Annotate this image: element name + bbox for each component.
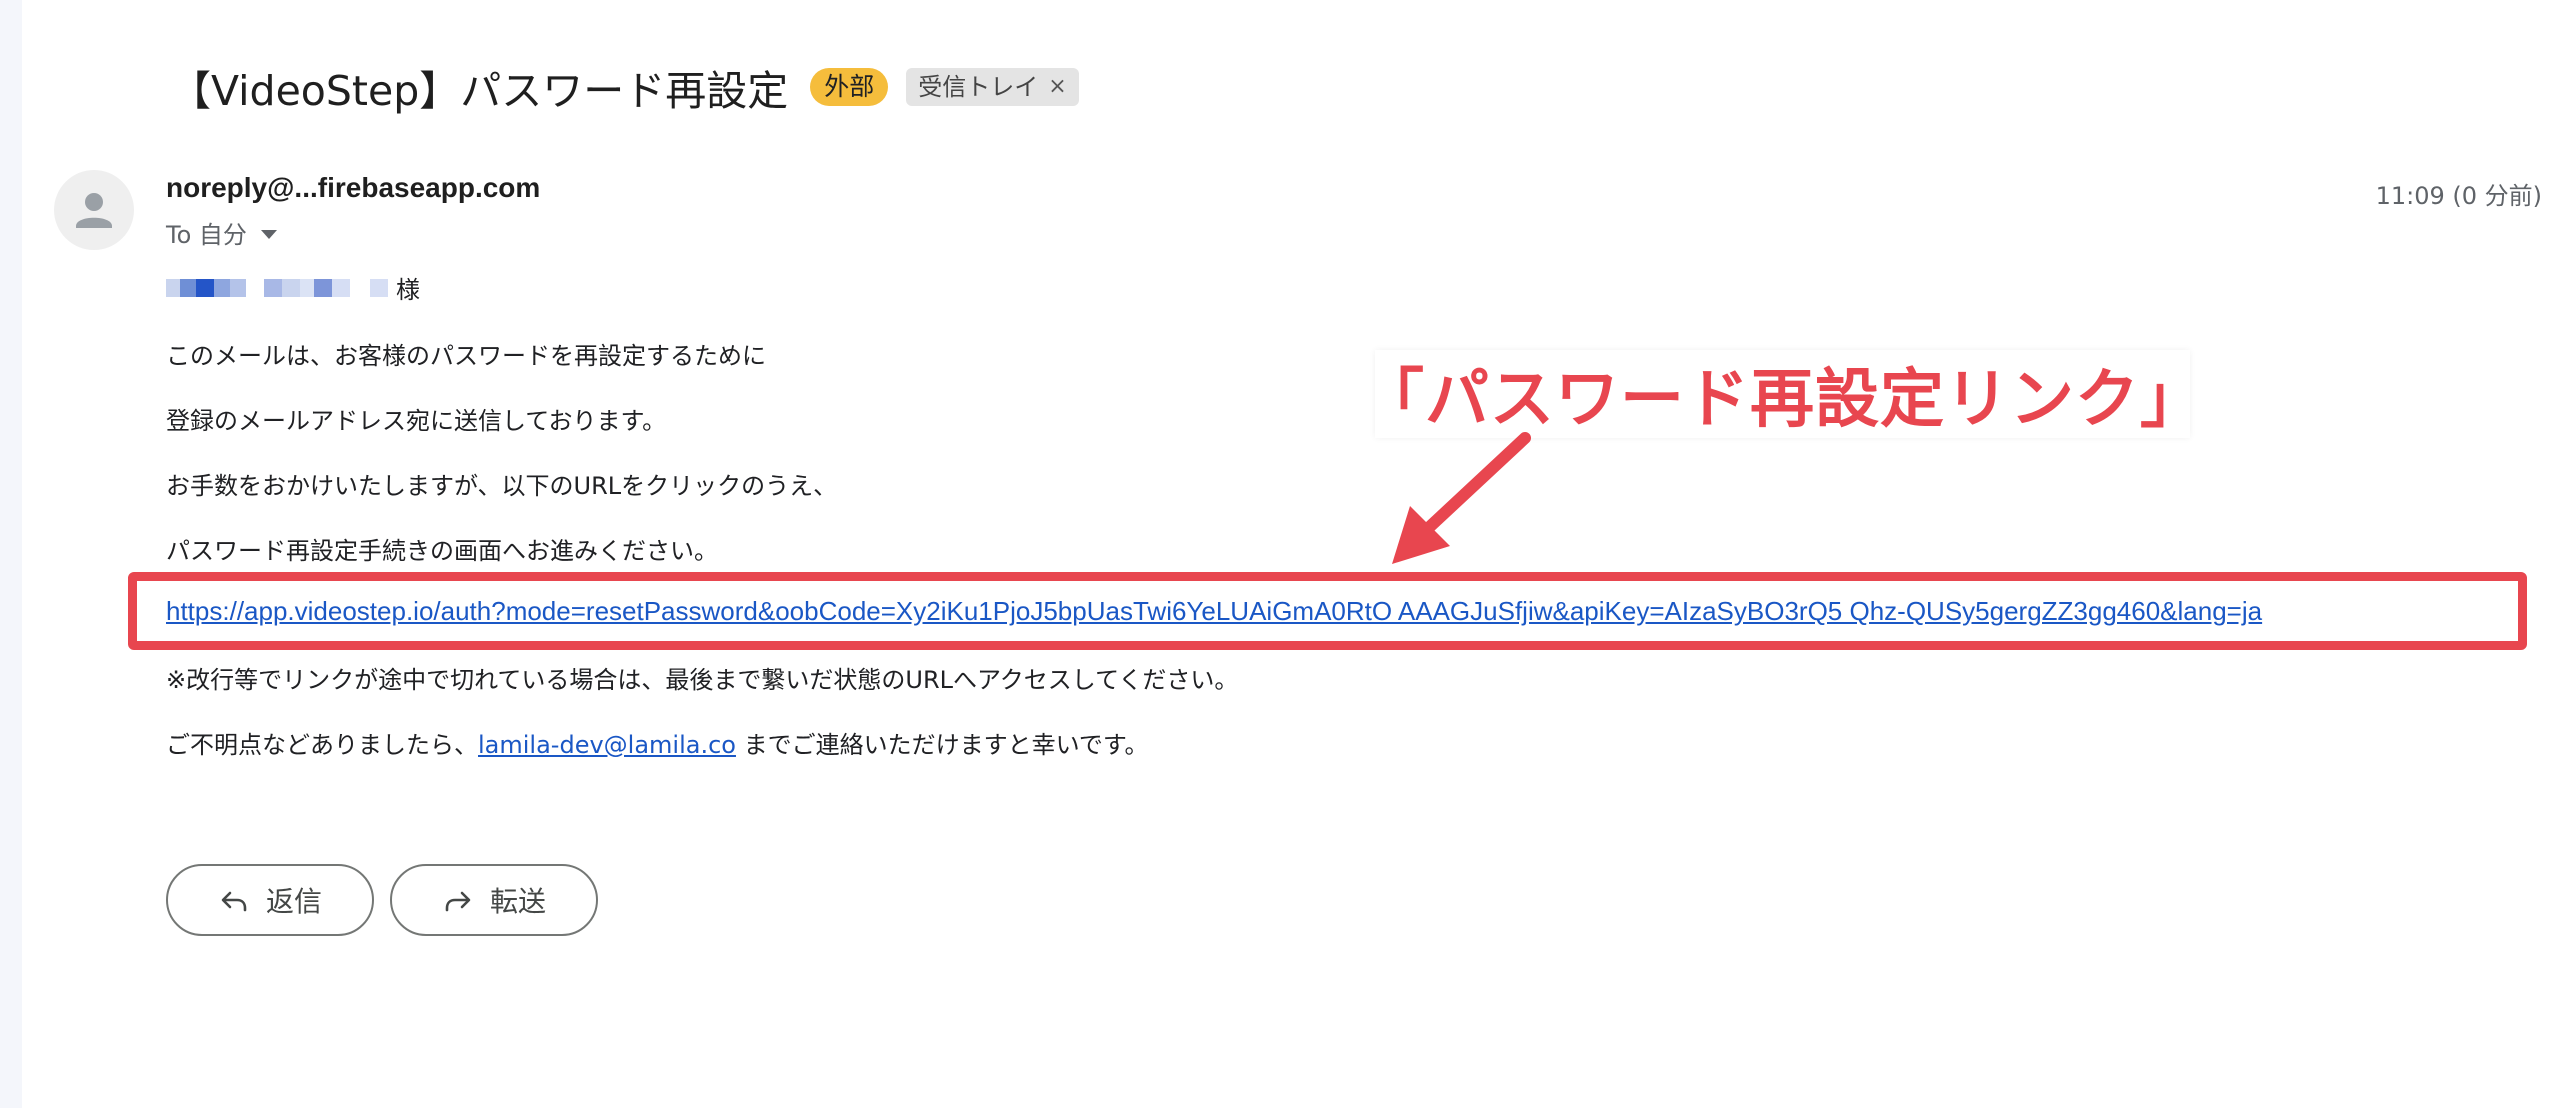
email-subject: 【VideoStep】パスワード再設定 — [170, 67, 789, 115]
inbox-label-chip[interactable]: 受信トレイ × — [906, 68, 1079, 106]
reply-label: 返信 — [265, 885, 322, 918]
remove-label-icon[interactable]: × — [1048, 72, 1066, 102]
forward-icon — [445, 891, 471, 912]
body-line-2: 登録のメールアドレス宛に送信しております。 — [166, 407, 667, 435]
callout-text: 「パスワード再設定リンク」 — [1360, 363, 2205, 437]
reply-icon — [221, 891, 247, 912]
received-time: 11:09 (0 分前) — [2375, 182, 2542, 210]
chevron-down-icon[interactable] — [260, 230, 277, 239]
body-line-1: このメールは、お客様のパスワードを再設定するために — [166, 342, 766, 370]
reply-button[interactable]: 返信 — [166, 864, 374, 936]
subject-row: 【VideoStep】パスワード再設定 外部 受信トレイ × — [170, 52, 1079, 122]
forward-button[interactable]: 転送 — [390, 864, 598, 936]
contact-line: ご不明点などありましたら、lamila-dev@lamila.co までご連絡い… — [166, 725, 1148, 760]
forward-label: 転送 — [489, 885, 546, 918]
sender-address[interactable]: noreply@...firebaseapp.com — [166, 172, 540, 204]
annotation-callout: 「パスワード再設定リンク」 — [1360, 350, 2204, 438]
left-rail — [0, 0, 22, 1108]
body-line-3: お手数をおかけいたしますが、以下のURLをクリックのうえ、 — [166, 472, 838, 500]
honorific: 様 — [396, 276, 420, 304]
contact-prefix: ご不明点などありましたら、 — [166, 731, 478, 759]
greeting-line: 様 — [166, 270, 420, 305]
body-line-4: パスワード再設定手続きの画面へお進みください。 — [166, 537, 718, 565]
redacted-name — [166, 278, 388, 297]
contact-suffix: までご連絡いただけますと幸いです。 — [735, 731, 1149, 759]
external-badge: 外部 — [810, 68, 889, 106]
inbox-label-text: 受信トレイ — [918, 73, 1039, 101]
sender-avatar — [54, 170, 134, 250]
recipient-label: To 自分 — [166, 221, 247, 249]
password-reset-link[interactable]: https://app.videostep.io/auth?mode=reset… — [166, 596, 2262, 627]
person-icon — [76, 193, 112, 228]
contact-email-link[interactable]: lamila-dev@lamila.co — [478, 731, 736, 759]
recipient-row[interactable]: To 自分 — [166, 215, 277, 250]
annotation-arrow-icon — [1392, 432, 1531, 564]
link-note: ※改行等でリンクが途中で切れている場合は、最後まで繋いだ状態のURLへアクセスし… — [166, 666, 1239, 694]
